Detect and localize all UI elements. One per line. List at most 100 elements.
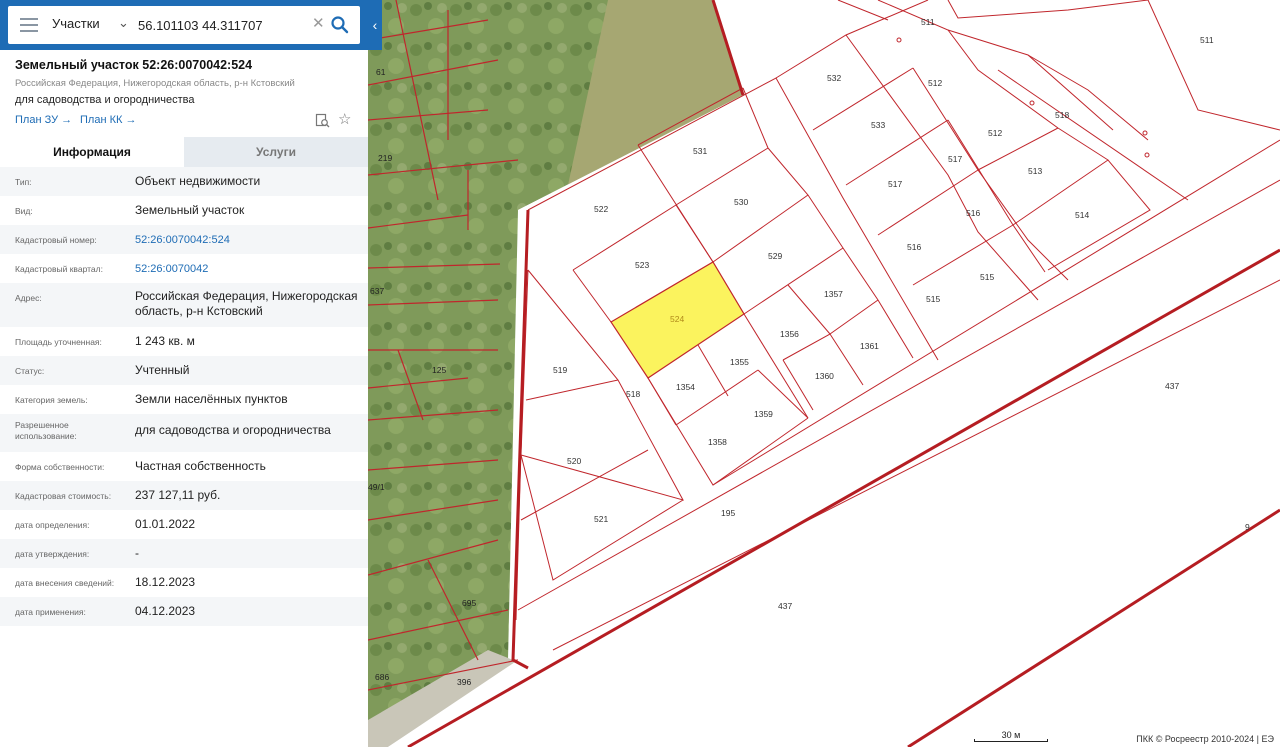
info-row: дата применения: 04.12.2023	[0, 597, 368, 626]
plot-label: 1358	[708, 437, 727, 447]
info-row: Категория земель: Земли населённых пункто…	[0, 385, 368, 414]
info-label: дата утверждения:	[15, 549, 90, 559]
plot-label: 1359	[754, 409, 773, 419]
info-row: Статус: Учтенный	[0, 356, 368, 385]
info-table: Тип: Объект недвижимости Вид: Земельный уча…	[0, 167, 368, 626]
plot-label: 533	[871, 120, 885, 130]
info-value: Земли населённых пунктов	[135, 392, 288, 406]
info-label: Адрес:	[15, 293, 42, 303]
info-value: Частная собственность	[135, 459, 266, 473]
info-value: Земельный участок	[135, 203, 245, 217]
info-label: дата применения:	[15, 607, 86, 617]
plot-label: 511	[921, 17, 935, 27]
card-title: Земельный участок 52:26:0070042:524	[15, 58, 253, 72]
search-bar: Участки ⌄ ✕	[0, 0, 368, 50]
info-label: дата внесения сведений:	[15, 578, 115, 588]
plot-label: 195	[721, 508, 735, 518]
layer-select[interactable]: Участки	[52, 16, 100, 31]
info-value-link[interactable]: 52:26:0070042:524	[135, 233, 360, 248]
menu-icon[interactable]	[20, 18, 38, 32]
plot-label: 1357	[824, 289, 843, 299]
info-label: Кадастровый квартал:	[15, 264, 103, 274]
info-value: Учтенный	[135, 363, 190, 377]
plot-label: 517	[948, 154, 962, 164]
chevron-down-icon[interactable]: ⌄	[118, 15, 129, 31]
app-root: 511 511 532 512 518 531 533 512 517 513 …	[0, 0, 1280, 747]
plot-label: 437	[778, 601, 792, 611]
plot-label: 686	[375, 672, 389, 682]
scale-bar: 30 м	[974, 730, 1048, 742]
collapse-sidebar-button[interactable]: ‹	[368, 0, 382, 50]
info-row: Кадастровая стоимость: 237 127,11 руб.	[0, 481, 368, 510]
info-value-link[interactable]: 52:26:0070042	[135, 262, 360, 277]
plot-label: 396	[457, 677, 471, 687]
plot-label: 1361	[860, 341, 879, 351]
plot-label: 1356	[780, 329, 799, 339]
plot-label: 125	[432, 365, 446, 375]
info-row: Разрешенное использование: для садоводств…	[0, 414, 368, 452]
info-label: Статус:	[15, 366, 45, 376]
info-row: дата определения: 01.01.2022	[0, 510, 368, 539]
card-region: Российская Федерация, Нижегородская обла…	[15, 78, 295, 89]
plot-label: 517	[888, 179, 902, 189]
search-box: Участки ⌄ ✕	[8, 6, 360, 44]
star-icon[interactable]: ☆	[338, 110, 351, 128]
info-label: Площадь уточненная:	[15, 337, 102, 347]
info-value: 01.01.2022	[135, 517, 196, 531]
card-purpose: для садоводства и огородничества	[15, 94, 195, 106]
info-value: -	[135, 546, 139, 560]
info-label: Разрешенное использование:	[15, 420, 77, 441]
info-row: Вид: Земельный участок	[0, 196, 368, 225]
plot-label: 529	[768, 251, 782, 261]
search-icon[interactable]	[330, 15, 350, 35]
document-search-icon[interactable]	[315, 113, 330, 128]
plot-label: 695	[462, 598, 476, 608]
plot-label: 512	[988, 128, 1002, 138]
plot-label: 1354	[676, 382, 695, 392]
scale-line	[974, 739, 1048, 742]
info-label: Кадастровый номер:	[15, 235, 97, 245]
info-label: дата определения:	[15, 520, 90, 530]
tab-services[interactable]: Услуги	[184, 137, 368, 167]
plan-kk-link[interactable]: План КК →	[80, 114, 136, 126]
plot-label: 513	[1028, 166, 1042, 176]
info-value: Российская Федерация, Нижегородская обла…	[135, 289, 358, 318]
info-label: Категория земель:	[15, 395, 88, 405]
map-canvas[interactable]: 511 511 532 512 518 531 533 512 517 513 …	[368, 0, 1280, 747]
tab-info[interactable]: Информация	[0, 137, 184, 167]
plot-label: 61	[376, 67, 386, 77]
plan-zu-link[interactable]: План ЗУ →	[15, 114, 72, 126]
plot-label-selected: 524	[670, 314, 684, 324]
info-row: Кадастровый квартал: 52:26:0070042	[0, 254, 368, 283]
plot-label: 518	[626, 389, 640, 399]
close-icon[interactable]: ✕	[312, 14, 325, 32]
plot-label: 519	[553, 365, 567, 375]
plot-label: 516	[907, 242, 921, 252]
tab-bar: Информация Услуги	[0, 137, 368, 167]
info-value: Объект недвижимости	[135, 174, 261, 188]
search-input[interactable]	[138, 15, 308, 35]
copyright-text: ПКК © Росреестр 2010-2024 | ЕЭ	[1136, 734, 1274, 744]
plot-label: 437	[1165, 381, 1179, 391]
info-row: Кадастровый номер: 52:26:0070042:524	[0, 225, 368, 254]
plot-label: 530	[734, 197, 748, 207]
info-label: Тип:	[15, 177, 32, 187]
plot-label: 532	[827, 73, 841, 83]
info-row: Тип: Объект недвижимости	[0, 167, 368, 196]
info-value: для садоводства и огородничества	[135, 423, 331, 437]
info-row: Форма собственности: Частная собственност…	[0, 452, 368, 481]
info-label: Кадастровая стоимость:	[15, 491, 112, 501]
plot-label: 514	[1075, 210, 1089, 220]
info-sidebar: Участки ⌄ ✕ Земельный участок 52:26:0070…	[0, 0, 368, 747]
info-label: Вид:	[15, 206, 33, 216]
plot-label: 9	[1245, 522, 1250, 532]
plot-label: 512	[928, 78, 942, 88]
plot-label: 515	[926, 294, 940, 304]
cadastral-map[interactable]: 511 511 532 512 518 531 533 512 517 513 …	[368, 0, 1280, 747]
info-row: дата внесения сведений: 18.12.2023	[0, 568, 368, 597]
plot-label: 516	[966, 208, 980, 218]
plot-label: 521	[594, 514, 608, 524]
info-row: Адрес: Российская Федерация, Нижегородска…	[0, 283, 368, 327]
plot-label: 511	[1200, 35, 1214, 45]
plot-label: 531	[693, 146, 707, 156]
